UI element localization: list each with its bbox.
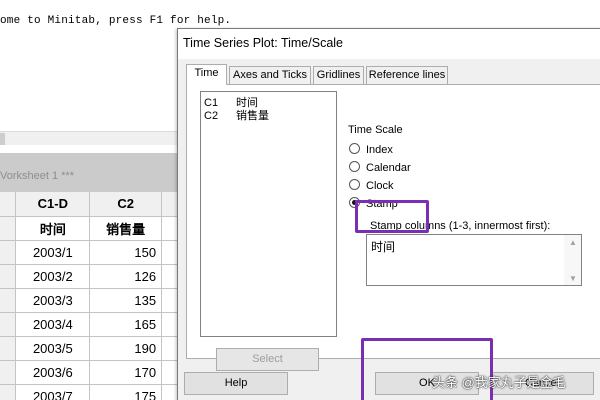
row-header: [0, 264, 17, 289]
column-name-c2[interactable]: 销售量: [89, 216, 163, 241]
row-header-corner: [0, 192, 17, 217]
row-header: [0, 360, 17, 385]
cell-sales[interactable]: 175: [89, 384, 163, 400]
session-welcome-text: ome to Minitab, press F1 for help.: [0, 15, 232, 27]
dialog-titlebar[interactable]: Time Series Plot: Time/Scale: [178, 29, 600, 59]
column-id-c1[interactable]: C1-D: [15, 192, 91, 217]
column-id-c2[interactable]: C2: [89, 192, 163, 217]
tab-time[interactable]: Time: [186, 64, 227, 85]
cell-date[interactable]: 2003/1: [15, 240, 91, 265]
cell-sales[interactable]: 126: [89, 264, 163, 289]
variable-name: 销售量: [236, 110, 269, 122]
row-header: [0, 384, 17, 400]
cell-sales[interactable]: 135: [89, 288, 163, 313]
radio-index[interactable]: Index: [349, 143, 393, 157]
row-header: [0, 336, 17, 361]
row-header: [0, 240, 17, 265]
help-button[interactable]: Help: [184, 372, 288, 395]
variable-id: C1: [204, 97, 219, 109]
stamp-columns-scrollbar[interactable]: ▲ ▼: [564, 235, 581, 285]
watermark: 头条 @我家丸子是金毛: [432, 375, 566, 390]
list-item[interactable]: C1 时间: [204, 97, 258, 109]
tab-gridlines[interactable]: Gridlines: [313, 66, 364, 84]
radio-circle[interactable]: [349, 143, 360, 154]
variable-id: C2: [204, 110, 219, 122]
cell-date[interactable]: 2003/5: [15, 336, 91, 361]
scroll-down-icon[interactable]: ▼: [569, 274, 577, 283]
cell-date[interactable]: 2003/4: [15, 312, 91, 337]
row-header: [0, 312, 17, 337]
dialog-title: Time Series Plot: Time/Scale: [183, 36, 344, 50]
radio-circle[interactable]: [349, 161, 360, 172]
cell-sales[interactable]: 170: [89, 360, 163, 385]
time-scale-label: Time Scale: [348, 124, 403, 136]
radio-label: Calendar: [366, 162, 411, 174]
stamp-columns-value: 时间: [371, 240, 396, 254]
session-horizontal-scrollbar[interactable]: [0, 131, 180, 145]
cell-date[interactable]: 2003/2: [15, 264, 91, 289]
scrollbar-thumb[interactable]: [0, 133, 5, 145]
select-button[interactable]: Select: [216, 348, 319, 371]
tab-reference-lines[interactable]: Reference lines: [366, 66, 448, 84]
worksheet-title: Vorksheet 1 ***: [0, 154, 180, 192]
list-item[interactable]: C2 销售量: [204, 110, 269, 122]
cell-date[interactable]: 2003/3: [15, 288, 91, 313]
radio-circle[interactable]: [349, 179, 360, 190]
tab-axes-and-ticks[interactable]: Axes and Ticks: [229, 66, 311, 84]
radio-label: Clock: [366, 180, 394, 192]
scroll-up-icon[interactable]: ▲: [569, 238, 577, 247]
worksheet-window: Vorksheet 1 *** C1-D C2 时间 销售量 2003/1 15…: [0, 153, 180, 400]
stamp-columns-input[interactable]: 时间 ▲ ▼: [366, 234, 582, 286]
variable-name: 时间: [236, 97, 258, 109]
row-header: [0, 216, 17, 241]
radio-calendar[interactable]: Calendar: [349, 161, 411, 175]
variable-list[interactable]: C1 时间 C2 销售量: [200, 91, 337, 337]
cell-sales[interactable]: 190: [89, 336, 163, 361]
cell-date[interactable]: 2003/6: [15, 360, 91, 385]
radio-clock[interactable]: Clock: [349, 179, 394, 193]
radio-label: Index: [366, 144, 393, 156]
row-header: [0, 288, 17, 313]
highlight-box-stamp-column: [355, 200, 429, 233]
column-name-c1[interactable]: 时间: [15, 216, 91, 241]
cell-sales[interactable]: 165: [89, 312, 163, 337]
worksheet-grid: C1-D C2 时间 销售量 2003/1 150 2003/2 126 200…: [0, 192, 180, 400]
cell-date[interactable]: 2003/7: [15, 384, 91, 400]
cell-sales[interactable]: 150: [89, 240, 163, 265]
